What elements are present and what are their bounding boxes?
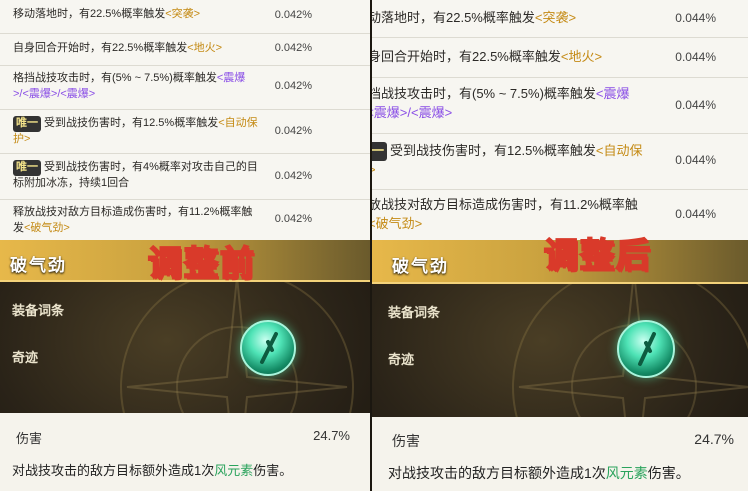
stat-footer: 伤害 24.7% 对战技攻击的敌方目标额外造成1次风元素伤害。 — [372, 417, 748, 491]
before-panel: 移动落地时，有22.5%概率触发<突袭> 0.042% 自身回合开始时，有22.… — [0, 0, 370, 491]
affix-probability: 0.044% — [675, 153, 716, 167]
stat-name: 伤害 — [16, 431, 43, 446]
affix-probability: 0.042% — [274, 9, 312, 21]
affix-row: 移动落地时，有22.5%概率触发<突袭> 0.044% — [372, 0, 748, 38]
after-affix-list: 移动落地时，有22.5%概率触发<突袭> 0.044% 自身回合开始时，有22.… — [372, 0, 748, 240]
affix-tag: >/<震爆>/<震爆> — [372, 104, 453, 120]
wind-sword-orb-icon — [240, 320, 296, 376]
affix-tag: <破气劲> — [24, 221, 70, 234]
affix-probability: 0.044% — [675, 207, 716, 221]
section-equip-affix: 装备词条 — [388, 305, 441, 320]
affix-row: 自身回合开始时，有22.5%概率触发<地火> 0.042% — [0, 34, 370, 66]
stat-value: 24.7% — [313, 428, 350, 443]
section-equip-affix: 装备词条 — [12, 303, 65, 318]
affix-row: 唯一 受到战技伤害时，有12.5%概率触发<自动保护> 0.042% — [0, 110, 370, 154]
section-miracle: 奇迹 — [388, 352, 415, 367]
affix-probability: 0.042% — [274, 42, 312, 54]
affix-text: 受到战技伤害时，有4%概率对攻击自己的目标附加冰冻，持续1回合 — [13, 161, 258, 189]
affix-probability: 0.044% — [675, 98, 716, 112]
after-label: 调整后 — [543, 236, 652, 276]
affix-tag: <突袭> — [165, 8, 201, 20]
affix-probability: 0.044% — [675, 11, 716, 25]
affix-row: 唯一受到战技伤害时，有12.5%概率触发<自动保护> 0.044% — [372, 134, 748, 190]
affix-probability: 0.042% — [274, 125, 312, 137]
affix-text: 受到战技伤害时，有12.5%概率触发 — [44, 117, 219, 129]
after-relic-card: 破气劲 装备词条 奇迹 伤害 24.7% 对战技攻击的敌方目标额外造成1次风元素… — [372, 240, 748, 491]
affix-tag: <地火> — [187, 42, 223, 54]
stat-value: 24.7% — [694, 431, 734, 447]
affix-row: 格挡战技攻击时，有(5% ~ 7.5%)概率触发<震爆 >/<震爆>/<震爆> 0… — [0, 66, 370, 110]
unique-badge: 唯一 — [13, 160, 41, 176]
affix-row: 唯一 受到战技伤害时，有4%概率对攻击自己的目标附加冰冻，持续1回合 0.042% — [0, 154, 370, 200]
affix-text: 自身回合开始时，有22.5%概率触发 — [372, 49, 561, 64]
affix-text: 受到战技伤害时，有12.5%概率触发 — [390, 143, 596, 158]
affix-probability: 0.042% — [274, 213, 312, 225]
affix-probability: 0.044% — [675, 50, 716, 64]
affix-text: 移动落地时，有22.5%概率触发 — [13, 8, 166, 20]
affix-tag: <突袭> — [534, 10, 577, 25]
affix-tag: <震爆 — [595, 86, 630, 101]
affix-probability: 0.042% — [274, 170, 312, 182]
element-wind: 风元素 — [214, 463, 254, 478]
relic-name: 破气劲 — [392, 257, 449, 276]
affix-tag: <震爆 — [216, 72, 246, 84]
stat-name: 伤害 — [392, 433, 420, 449]
before-label: 调整前 — [147, 244, 256, 284]
affix-text: 移动落地时，有22.5%概率触发 — [372, 10, 535, 25]
wind-sword-orb-icon — [617, 320, 675, 378]
stat-footer: 伤害 24.7% 对战技攻击的敌方目标额外造成1次风元素伤害。 — [0, 413, 370, 491]
affix-tag: <破气劲> — [372, 215, 423, 231]
affix-text: 自身回合开始时，有22.5%概率触发 — [13, 42, 188, 54]
effect-description: 对战技攻击的敌方目标额外造成1次风元素伤害。 — [12, 463, 293, 478]
section-miracle: 奇迹 — [12, 350, 39, 365]
affix-row: 自身回合开始时，有22.5%概率触发<地火> 0.044% — [372, 38, 748, 78]
unique-badge: 唯一 — [372, 142, 388, 161]
affix-text: 格挡战技攻击时，有(5% ~ 7.5%)概率触发 — [13, 72, 217, 84]
affix-tag: <地火> — [560, 49, 603, 64]
after-panel: 移动落地时，有22.5%概率触发<突袭> 0.044% 自身回合开始时，有22.… — [370, 0, 748, 491]
unique-badge: 唯一 — [13, 116, 41, 132]
affix-row: 移动落地时，有22.5%概率触发<突袭> 0.042% — [0, 0, 370, 34]
effect-description: 对战技攻击的敌方目标额外造成1次风元素伤害。 — [388, 465, 690, 481]
affix-probability: 0.042% — [274, 80, 312, 92]
affix-row: 释放战技对敌方目标造成伤害时，有11.2%概率触发<破气劲> 0.042% — [0, 200, 370, 240]
before-affix-list: 移动落地时，有22.5%概率触发<突袭> 0.042% 自身回合开始时，有22.… — [0, 0, 370, 240]
relic-name: 破气劲 — [10, 256, 67, 275]
element-wind: 风元素 — [605, 465, 648, 481]
affix-row: 格挡战技攻击时，有(5% ~ 7.5%)概率触发<震爆 >/<震爆>/<震爆> 0… — [372, 78, 748, 134]
affix-text: 格挡战技攻击时，有(5% ~ 7.5%)概率触发 — [372, 86, 596, 101]
affix-tag: >/<震爆>/<震爆> — [13, 87, 96, 100]
